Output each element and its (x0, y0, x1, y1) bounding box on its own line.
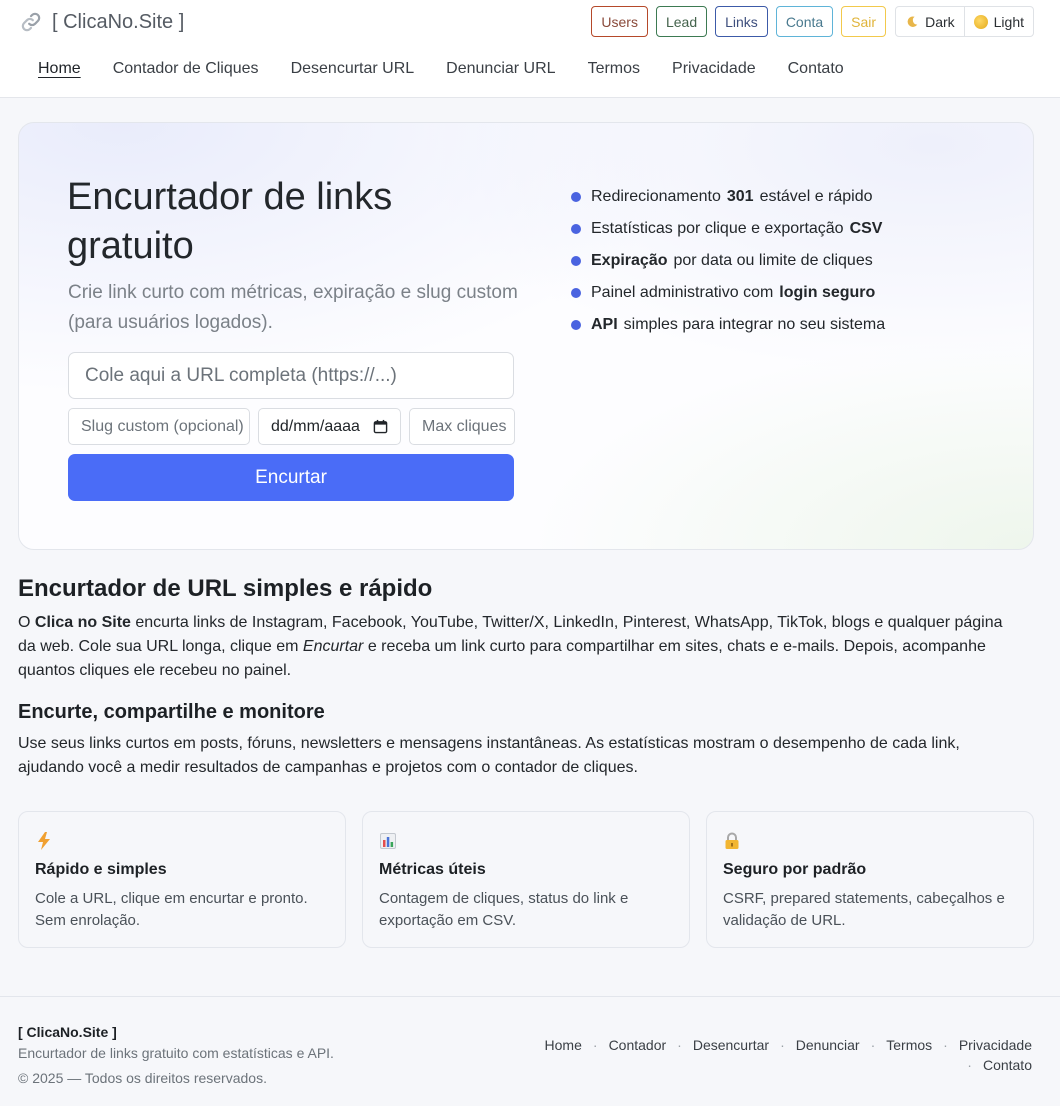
card-text: Contagem de cliques, status do link e ex… (379, 890, 629, 929)
card-title: Seguro por padrão (723, 861, 867, 878)
light-theme-button[interactable]: Light (963, 7, 1033, 36)
top-actions: Users Lead Links Conta Sair Dark Light (591, 6, 1034, 37)
bullet-icon (571, 256, 581, 266)
conta-button[interactable]: Conta (775, 6, 834, 37)
max-clicks-input[interactable]: Max cliques (409, 408, 515, 445)
links-button[interactable]: Links (715, 6, 768, 37)
hero-title: Encurtador de links gratuito (67, 176, 393, 267)
card-title: Rápido e simples (35, 861, 167, 878)
section-title: Encurtador de URL simples e rápido (18, 575, 433, 602)
sair-button[interactable]: Sair (841, 6, 887, 37)
expiration-date-input[interactable]: dd/mm/aaaa (258, 408, 401, 445)
feature-card: Seguro por padrão CSRF, prepared stateme… (706, 811, 1034, 948)
footer-separator: · (943, 1037, 948, 1053)
lightning-icon (38, 832, 50, 850)
light-label: Light (993, 13, 1024, 30)
brand[interactable]: [ ClicaNo.Site ] (20, 9, 184, 35)
feature-item: Expiração por data ou limite de cliques (571, 245, 888, 277)
card-title: Métricas úteis (379, 861, 486, 878)
footer-link-termos[interactable]: Termos (886, 1037, 932, 1053)
nav-privacidade[interactable]: Privacidade (672, 58, 756, 80)
footer-separator: · (967, 1057, 972, 1073)
footer-link-privacidade[interactable]: Privacidade (959, 1037, 1032, 1053)
nav-contato[interactable]: Contato (788, 58, 844, 80)
shorten-button[interactable]: Encurtar (68, 454, 514, 501)
nav-termos[interactable]: Termos (588, 58, 640, 80)
calendar-icon[interactable] (373, 419, 388, 434)
dark-label: Dark (925, 13, 955, 30)
card-text: Cole a URL, clique em encurtar e pronto.… (35, 890, 308, 929)
moon-icon (907, 15, 918, 27)
feature-card: Métricas úteis Contagem de cliques, stat… (362, 811, 690, 948)
dark-theme-button[interactable]: Dark (896, 7, 964, 36)
site-header: [ ClicaNo.Site ] Users Lead Links Conta … (0, 0, 1060, 98)
footer-separator: · (592, 1037, 598, 1053)
section-subtitle: Encurte, compartilhe e monitore (18, 701, 325, 723)
footer-link-denunciar[interactable]: Denunciar (796, 1037, 860, 1053)
feature-item: Painel administrativo com login seguro (571, 277, 888, 309)
slug-input[interactable]: Slug custom (opcional) (68, 408, 250, 445)
footer-link-desencurtar[interactable]: Desencurtar (693, 1037, 769, 1053)
bullet-icon (571, 192, 581, 202)
hero-card: Encurtador de links gratuito Crie link c… (18, 122, 1034, 550)
main-nav: Home Contador de Cliques Desencurtar URL… (38, 58, 844, 80)
bullet-icon (571, 288, 581, 298)
date-placeholder: dd/mm/aaaa (271, 417, 360, 435)
feature-item: Estatísticas por clique e exportação CSV (571, 213, 888, 245)
footer-separator: · (677, 1037, 682, 1053)
brand-name: [ ClicaNo.Site ] (52, 10, 185, 33)
section-paragraph: Use seus links curtos em posts, fóruns, … (18, 735, 960, 776)
footer-description: Encurtador de links gratuito com estatís… (18, 1045, 334, 1061)
lock-icon (725, 832, 739, 849)
footer-link-contato[interactable]: Contato (983, 1057, 1032, 1073)
footer-separator: · (870, 1037, 876, 1053)
url-input[interactable]: Cole aqui a URL completa (https://...) (68, 352, 514, 399)
footer-copyright: © 2025 — Todos os direitos reservados. (18, 1070, 267, 1086)
site-footer: [ ClicaNo.Site ] Encurtador de links gra… (0, 996, 1060, 1106)
footer-link-home[interactable]: Home (545, 1037, 582, 1053)
nav-denunciar[interactable]: Denunciar URL (446, 58, 555, 80)
footer-link-contador[interactable]: Contador (609, 1037, 667, 1053)
feature-list: Redirecionamento 301 estável e rápido Es… (571, 181, 888, 341)
nav-contador[interactable]: Contador de Cliques (113, 58, 259, 80)
feature-item: Redirecionamento 301 estável e rápido (571, 181, 888, 213)
lead-button[interactable]: Lead (655, 6, 708, 37)
link-icon (21, 12, 41, 32)
feature-item: API simples para integrar no seu sistema (571, 309, 888, 341)
footer-separator: · (780, 1037, 785, 1053)
bullet-icon (571, 224, 581, 234)
nav-home[interactable]: Home (38, 58, 81, 80)
section-paragraph: O Clica no Site encurta links de Instagr… (18, 614, 1003, 679)
feature-card: Rápido e simples Cole a URL, clique em e… (18, 811, 346, 948)
footer-brand: [ ClicaNo.Site ] (18, 1024, 117, 1040)
bullet-icon (571, 320, 581, 330)
hero-subtitle: Crie link curto com métricas, expiração … (68, 282, 518, 333)
theme-toggle: Dark Light (895, 6, 1034, 37)
card-text: CSRF, prepared statements, cabeçalhos e … (723, 890, 1005, 929)
bar-chart-icon (380, 833, 396, 849)
sun-icon (973, 14, 988, 29)
footer-links: Home · Contador · Desencurtar · Denuncia… (532, 1037, 1032, 1073)
nav-desencurtar[interactable]: Desencurtar URL (291, 58, 415, 80)
users-button[interactable]: Users (591, 6, 648, 37)
